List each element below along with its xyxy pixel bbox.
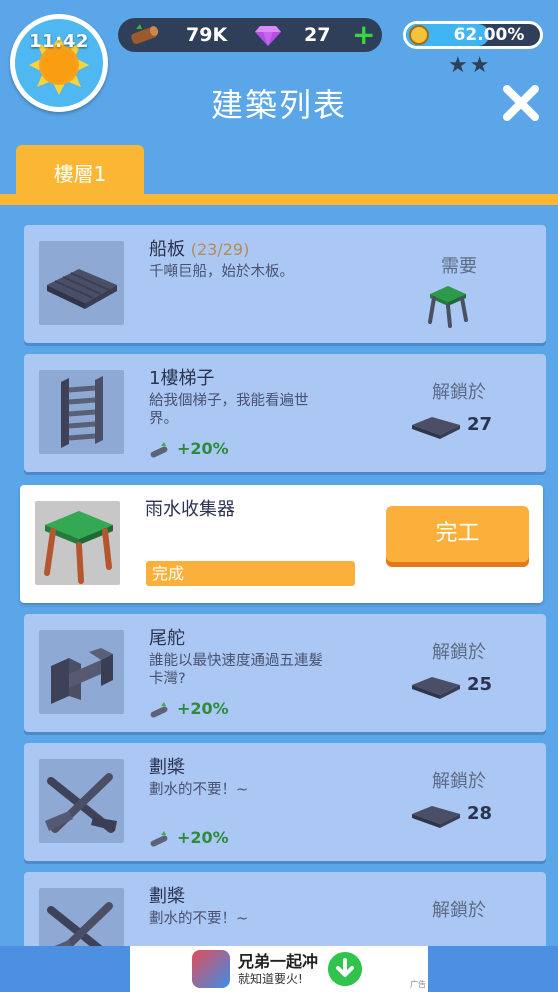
plank-pallet-icon: [47, 269, 117, 309]
rain-collector-icon: [44, 511, 113, 584]
wood-log-icon: [150, 442, 168, 458]
requires-label: 需要: [441, 256, 477, 277]
add-gems-button[interactable]: +: [352, 18, 375, 52]
ad-subtitle[interactable]: 就知道要火!: [238, 970, 303, 987]
building-description: 千噸巨船，始於木板。: [149, 264, 294, 280]
building-list[interactable]: 船板 (23/29) 千噸巨船，始於木板。 需要 1樓梯子 給我個梯子，我能看遍…: [0, 205, 558, 946]
trophy-icon: [409, 25, 429, 45]
rudder-icon: [51, 648, 113, 704]
close-icon[interactable]: [500, 82, 542, 124]
star-rating: ★★: [448, 53, 492, 78]
unlock-at-label: 解鎖於: [432, 382, 486, 403]
building-thumbnail: [39, 241, 124, 325]
building-card-rain-collector[interactable]: 雨水收集器 完成 完工: [20, 485, 543, 603]
building-thumbnail: [39, 888, 124, 946]
download-icon[interactable]: [328, 952, 362, 986]
level-progress-bar: 62.00%: [403, 21, 543, 49]
build-count: (23/29): [190, 240, 250, 259]
complete-button[interactable]: 完工: [386, 506, 529, 562]
building-name: 1樓梯子: [149, 368, 215, 389]
page-title: 建築列表: [210, 86, 347, 124]
level-progress-text: 62.00%: [453, 25, 525, 45]
building-description: 劃水的不要！~: [149, 911, 249, 927]
wood-amount: 79K: [186, 24, 228, 46]
gem-amount: 27: [304, 24, 331, 46]
building-name: 劃槳: [149, 886, 185, 907]
rain-collector-icon: [428, 286, 468, 328]
bonus-value: +20%: [177, 828, 229, 847]
unlock-at-label: 解鎖於: [432, 642, 486, 663]
building-name: 船板 (23/29): [149, 239, 250, 260]
building-card-deck[interactable]: 船板 (23/29) 千噸巨船，始於木板。 需要: [24, 225, 546, 343]
tab-underline: [0, 194, 558, 205]
ad-label: 广告: [410, 980, 426, 989]
unlock-at-label: 解鎖於: [432, 900, 486, 921]
building-card-oars-2[interactable]: 劃槳 劃水的不要！~ 解鎖於: [24, 872, 546, 946]
building-thumbnail: [39, 759, 124, 843]
building-description: 誰能以最快速度通過五連髮卡灣?: [149, 653, 323, 687]
bonus-value: +20%: [177, 439, 229, 458]
plank-pallet-icon: [412, 417, 460, 439]
wood-log-icon: [150, 702, 168, 718]
unlock-at-label: 解鎖於: [432, 771, 486, 792]
plank-pallet-icon: [412, 806, 460, 828]
building-card-rudder[interactable]: 尾舵 誰能以最快速度通過五連髮卡灣? +20% 解鎖於 25: [24, 614, 546, 732]
building-thumbnail: [39, 370, 124, 454]
ladder-icon: [61, 376, 103, 448]
ad-banner[interactable]: 兄弟一起冲 就知道要火! 广告: [130, 946, 428, 992]
wood-log-icon: [131, 24, 159, 44]
build-progress-bar: 完成: [146, 561, 355, 586]
oars-icon: [47, 902, 113, 946]
building-name: 雨水收集器: [145, 499, 235, 520]
resource-bar: 79K 27 +: [118, 18, 382, 52]
gem-icon: [255, 26, 281, 46]
clock-time: 11:42: [29, 31, 89, 52]
bonus-value: +20%: [177, 699, 229, 718]
unlock-cost: 28: [467, 803, 493, 824]
building-name: 尾舵: [149, 628, 185, 649]
unlock-cost: 27: [467, 414, 493, 435]
oars-icon: [45, 773, 117, 833]
building-thumbnail: [39, 630, 124, 714]
building-description: 劃水的不要！~: [149, 782, 249, 798]
building-name: 劃槳: [149, 757, 185, 778]
unlock-cost: 25: [467, 674, 493, 695]
wood-log-icon: [150, 831, 168, 847]
building-thumbnail: [35, 501, 120, 585]
building-card-oars[interactable]: 劃槳 劃水的不要！~ +20% 解鎖於 28: [24, 743, 546, 861]
ad-app-icon[interactable]: [192, 950, 230, 988]
building-card-ladder[interactable]: 1樓梯子 給我個梯子，我能看遍世界。 +20% 解鎖於 27: [24, 354, 546, 472]
ad-title[interactable]: 兄弟一起冲: [238, 948, 318, 972]
tab-floor-1[interactable]: 樓層1: [16, 145, 144, 199]
plank-pallet-icon: [412, 677, 460, 699]
building-description: 給我個梯子，我能看遍世界。: [149, 393, 309, 427]
